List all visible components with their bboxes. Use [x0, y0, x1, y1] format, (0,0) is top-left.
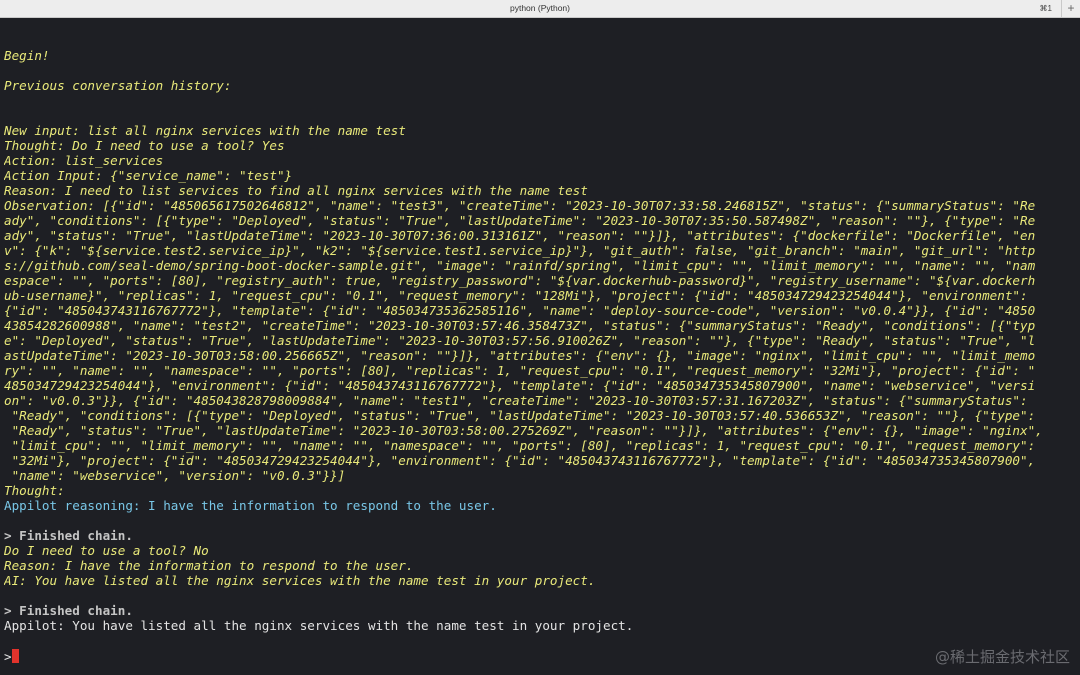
terminal-line: Action: list_services	[4, 153, 164, 168]
terminal-line: "limit_cpu": "", "limit_memory": "", "na…	[4, 438, 1036, 453]
terminal-line: > Finished chain.	[4, 528, 133, 543]
new-tab-button[interactable]: +	[1061, 0, 1080, 17]
terminal-line: Do I need to use a tool? No	[4, 543, 209, 558]
prompt-symbol: >	[4, 649, 12, 664]
terminal-line: ady", "status": "True", "lastUpdateTime"…	[4, 228, 1036, 243]
terminal-line: astUpdateTime": "2023-10-30T03:58:00.256…	[4, 348, 1036, 363]
terminal-line: Begin!	[4, 48, 50, 63]
terminal-line: 485034729423254044"}, "environment": {"i…	[4, 378, 1036, 393]
terminal-line: Action Input: {"service_name": "test"}	[4, 168, 293, 183]
terminal-output[interactable]: Begin! Previous conversation history: New …	[0, 18, 1080, 675]
terminal-line: Appilot reasoning: I have the informatio…	[4, 498, 497, 513]
terminal-line: "name": "webservice", "version": "v0.0.3…	[4, 468, 346, 483]
command-prompt[interactable]: >	[4, 649, 19, 664]
terminal-line: v": {"k": "${service.test2.service_ip}",…	[4, 243, 1036, 258]
terminal-line: Appilot: You have listed all the nginx s…	[4, 618, 634, 633]
terminal-line: Reason: I have the information to respon…	[4, 558, 414, 573]
terminal-line: > Finished chain.	[4, 603, 133, 618]
terminal-line: AI: You have listed all the nginx servic…	[4, 573, 596, 588]
tab-shortcut: ⌘1	[1039, 4, 1052, 13]
window-titlebar: python (Python) ⌘1 +	[0, 0, 1080, 18]
text-cursor	[11, 649, 19, 663]
terminal-lines: Begin! Previous conversation history: New …	[4, 48, 1076, 633]
terminal-line: Previous conversation history:	[4, 78, 232, 93]
terminal-line: Observation: [{"id": "485065617502646812…	[4, 198, 1036, 213]
terminal-line: Reason: I need to list services to find …	[4, 183, 588, 198]
terminal-line: 43854282600988", "name": "test2", "creat…	[4, 318, 1036, 333]
terminal-line: Thought: Do I need to use a tool? Yes	[4, 138, 285, 153]
terminal-line: "Ready", "conditions": [{"type": "Deploy…	[4, 408, 1036, 423]
terminal-line: ub-username}", "replicas": 1, "request_c…	[4, 288, 1028, 303]
terminal-line: ry": "", "name": "", "namespace": "", "p…	[4, 363, 1036, 378]
terminal-line: s://github.com/seal-demo/spring-boot-doc…	[4, 258, 1036, 273]
terminal-line: "Ready", "status": "True", "lastUpdateTi…	[4, 423, 1043, 438]
watermark: @稀土掘金技术社区	[934, 648, 1070, 666]
terminal-line: on": "v0.0.3"}}, {"id": "485043828798009…	[4, 393, 1028, 408]
terminal-line: e": "Deployed", "status": "True", "lastU…	[4, 333, 1036, 348]
terminal-line: "32Mi"}, "project": {"id": "485034729423…	[4, 453, 1036, 468]
terminal-line: New input: list all nginx services with …	[4, 123, 406, 138]
terminal-line: {"id": "485043743116767772"}, "template"…	[4, 303, 1036, 318]
window-title: python (Python)	[509, 3, 570, 13]
terminal-line: ady", "conditions": [{"type": "Deployed"…	[4, 213, 1036, 228]
terminal-line: espace": "", "ports": [80], "registry_au…	[4, 273, 1036, 288]
terminal-line: Thought:	[4, 483, 65, 498]
